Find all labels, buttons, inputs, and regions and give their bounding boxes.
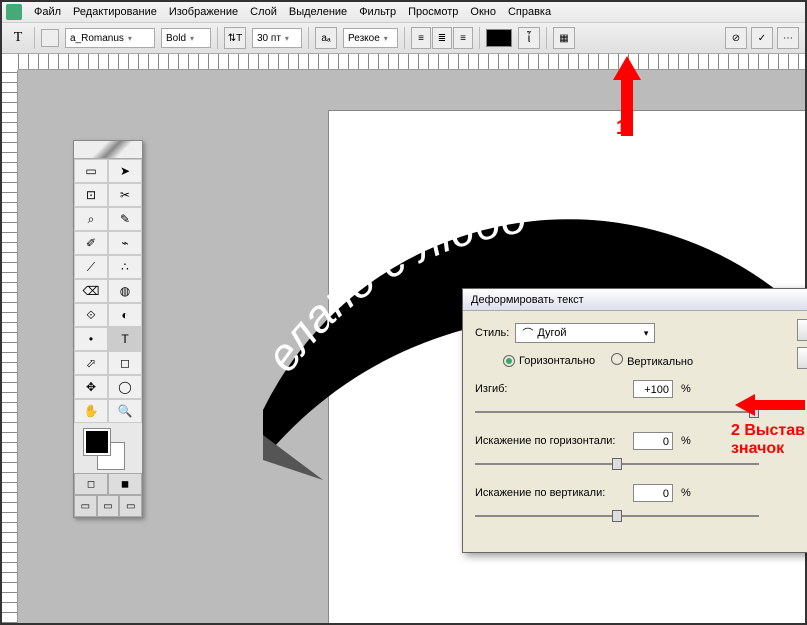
menu-image[interactable]: Изображение xyxy=(169,6,238,18)
vdist-slider[interactable] xyxy=(475,506,799,526)
orientation-horizontal-radio[interactable]: Горизонтально xyxy=(503,355,595,367)
menu-file[interactable]: Файл xyxy=(34,6,61,18)
tool-heal[interactable]: ✐ xyxy=(74,231,108,255)
tool-eraser[interactable]: ⌫ xyxy=(74,279,108,303)
menu-select[interactable]: Выделение xyxy=(289,6,347,18)
menu-view[interactable]: Просмотр xyxy=(408,6,458,18)
aa-icon: aₐ xyxy=(315,27,337,49)
overflow-button[interactable]: ⋯ xyxy=(777,27,799,49)
font-family-combo[interactable]: a_Romanus xyxy=(65,28,155,48)
warp-text-dialog: Деформировать текст Стиль: Дугой Горизон… xyxy=(462,288,807,553)
tool-dodge[interactable]: ◐ xyxy=(108,303,142,327)
toolbox-header[interactable] xyxy=(74,141,142,159)
bend-input[interactable]: +100 xyxy=(633,380,673,398)
dialog-title: Деформировать текст xyxy=(463,289,807,311)
vdist-input[interactable]: 0 xyxy=(633,484,673,502)
annotation-label-1: 1 xyxy=(616,117,627,140)
bend-slider[interactable] xyxy=(475,402,799,422)
menu-filter[interactable]: Фильтр xyxy=(359,6,396,18)
text-align-group: ≡ ≣ ≡ xyxy=(411,27,473,49)
style-label: Стиль: xyxy=(475,327,509,339)
tool-slice[interactable]: ✎ xyxy=(108,207,142,231)
character-panel-button[interactable]: ▦ xyxy=(553,27,575,49)
commit-edit-button[interactable]: ✓ xyxy=(751,27,773,49)
text-color-swatch[interactable] xyxy=(486,29,512,47)
menu-window[interactable]: Окно xyxy=(470,6,496,18)
tool-notes[interactable]: ✥ xyxy=(74,375,108,399)
foreground-color[interactable] xyxy=(84,429,110,455)
cancel-edit-button[interactable]: ⊘ xyxy=(725,27,747,49)
menu-help[interactable]: Справка xyxy=(508,6,551,18)
screenmode-standard[interactable]: ▭ xyxy=(74,495,97,517)
hdist-label: Искажение по горизонтали: xyxy=(475,435,625,447)
tool-brush[interactable]: ⌁ xyxy=(108,231,142,255)
tool-gradient[interactable]: ◍ xyxy=(108,279,142,303)
orientation-vertical-radio[interactable]: Вертикально xyxy=(611,353,693,368)
font-style-combo[interactable]: Bold xyxy=(161,28,211,48)
annotation-label-2: 2 Выставзначок xyxy=(731,422,805,458)
hdist-input[interactable]: 0 xyxy=(633,432,673,450)
tool-zoom[interactable]: 🔍 xyxy=(108,399,142,423)
tool-move[interactable]: ➤ xyxy=(108,159,142,183)
vdist-percent: % xyxy=(681,487,691,499)
warp-style-select[interactable]: Дугой xyxy=(515,323,655,343)
tool-stamp[interactable]: ⟋ xyxy=(74,255,108,279)
hdist-percent: % xyxy=(681,435,691,447)
font-size-combo[interactable]: 30 пт xyxy=(252,28,302,48)
vdist-label: Искажение по вертикали: xyxy=(475,487,625,499)
type-tool-indicator: T xyxy=(8,28,28,48)
horizontal-ruler xyxy=(18,54,805,70)
align-center-button[interactable]: ≣ xyxy=(432,27,452,49)
tool-magic-wand[interactable]: ✂ xyxy=(108,183,142,207)
quickmask-off[interactable]: ◻ xyxy=(74,473,108,495)
tool-blur[interactable]: ⟐ xyxy=(74,303,108,327)
menu-layer[interactable]: Слой xyxy=(250,6,277,18)
tool-eyedropper[interactable]: ◯ xyxy=(108,375,142,399)
tool-pen[interactable]: ⬀ xyxy=(74,351,108,375)
tool-hand[interactable]: ✋ xyxy=(74,399,108,423)
tool-type[interactable]: T xyxy=(108,327,142,351)
orientation-toggle[interactable]: ⇅T xyxy=(224,27,246,49)
color-picker[interactable] xyxy=(74,423,142,473)
bend-label: Изгиб: xyxy=(475,383,625,395)
app-icon xyxy=(6,4,22,20)
quickmask-on[interactable]: ◼ xyxy=(108,473,142,495)
tool-path-select[interactable]: • xyxy=(74,327,108,351)
tool-shape[interactable]: ◻ xyxy=(108,351,142,375)
tool-preset-button[interactable] xyxy=(41,29,59,47)
options-bar: T a_Romanus Bold ⇅T 30 пт aₐ Резкое ≡ ≣ … xyxy=(2,22,805,54)
screenmode-full[interactable]: ▭ xyxy=(119,495,142,517)
tool-crop[interactable]: ⌕ xyxy=(74,207,108,231)
warp-text-button[interactable]: ἶ xyxy=(518,27,540,49)
vertical-ruler xyxy=(2,70,18,623)
dialog-ok-button[interactable]: Д xyxy=(797,319,807,341)
align-right-button[interactable]: ≡ xyxy=(453,27,473,49)
align-left-button[interactable]: ≡ xyxy=(411,27,431,49)
tool-marquee[interactable]: ▭ xyxy=(74,159,108,183)
bend-percent: % xyxy=(681,383,691,395)
tool-lasso[interactable]: ⊡ xyxy=(74,183,108,207)
dialog-cancel-button[interactable]: Отм xyxy=(797,347,807,369)
menu-bar: Файл Редактирование Изображение Слой Выд… xyxy=(2,2,805,22)
toolbox-panel: ▭ ➤ ⊡ ✂ ⌕ ✎ ✐ ⌁ ⟋ ∴ ⌫ ◍ ⟐ ◐ • T ⬀ ◻ ✥ ◯ xyxy=(73,140,143,518)
antialias-combo[interactable]: Резкое xyxy=(343,28,398,48)
menu-edit[interactable]: Редактирование xyxy=(73,6,157,18)
screenmode-full-menu[interactable]: ▭ xyxy=(97,495,120,517)
tool-history-brush[interactable]: ∴ xyxy=(108,255,142,279)
